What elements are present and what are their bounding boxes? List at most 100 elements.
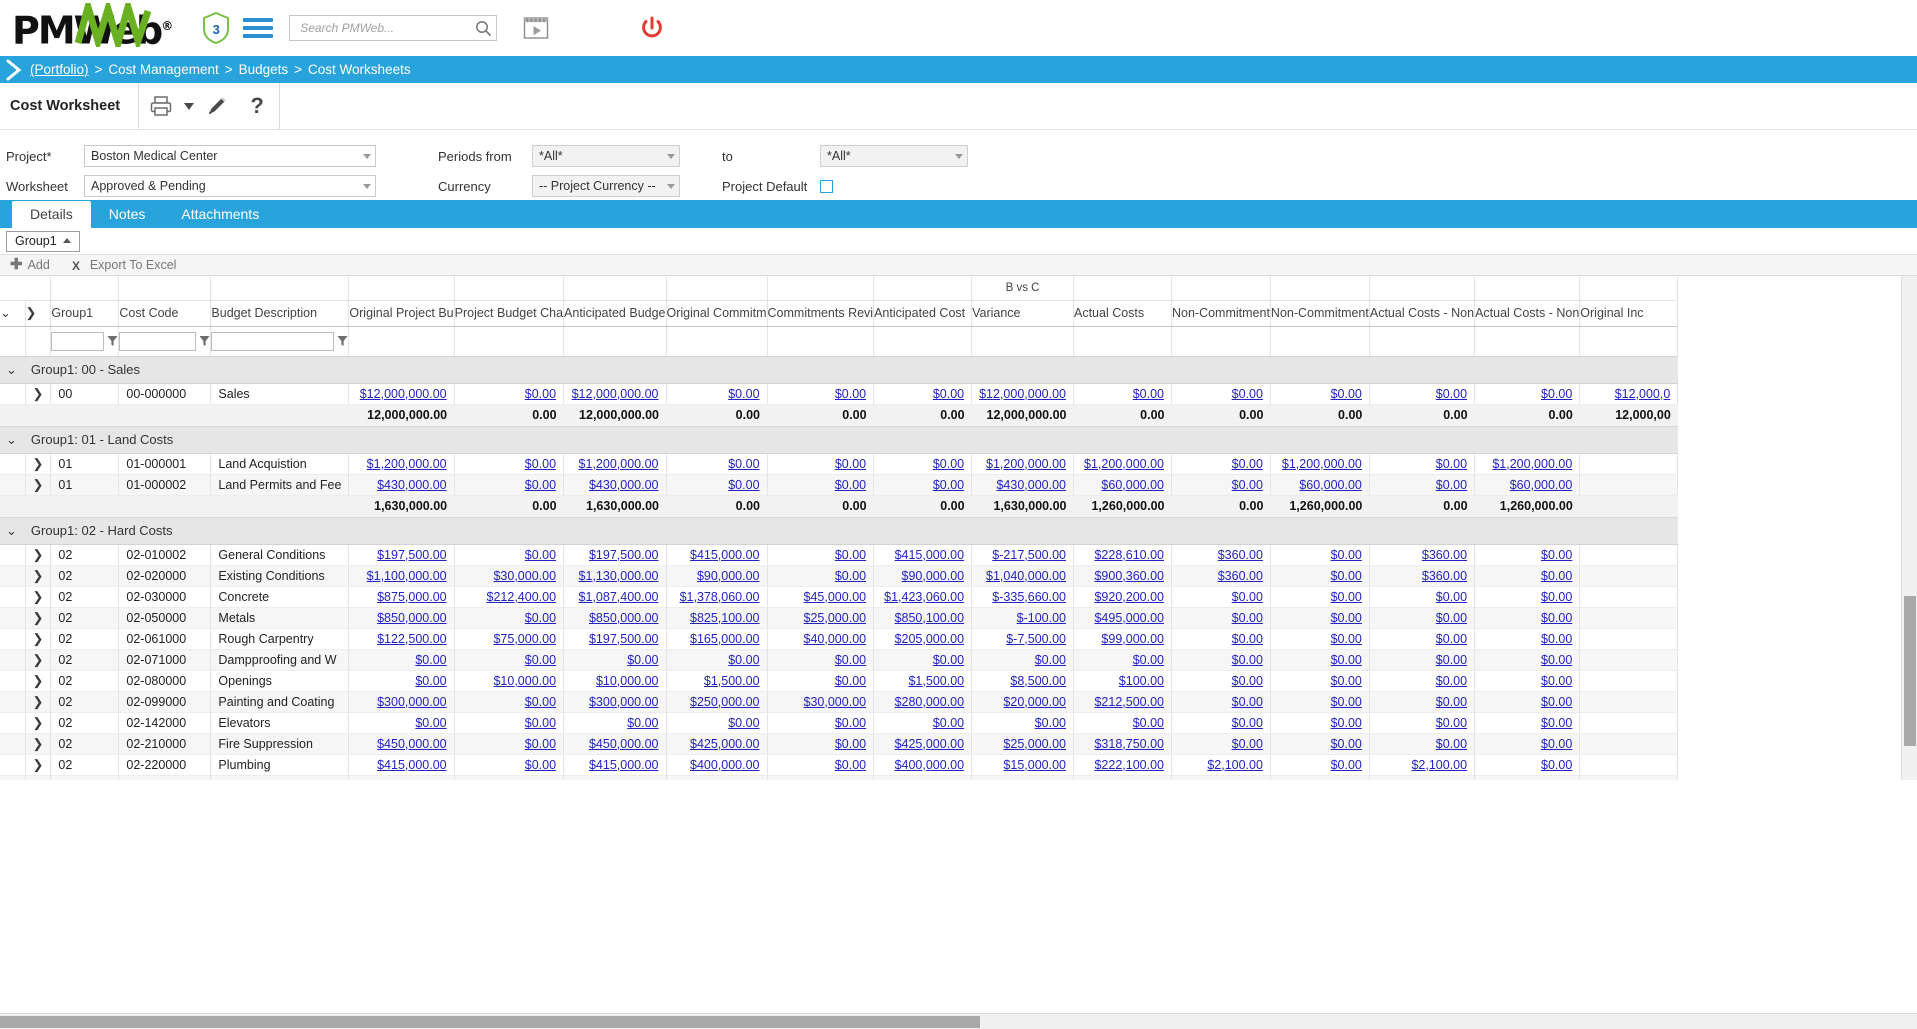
amount-link[interactable]: $-215,000.00	[992, 779, 1066, 781]
table-row[interactable]: ❯ 01 01-000002 Land Permits and Fee $430,000…	[0, 474, 1748, 496]
cell-amount-7[interactable]: $99,000.00	[1073, 628, 1172, 650]
amount-link[interactable]: $0.00	[835, 737, 866, 751]
amount-link[interactable]: $1,087,400.00	[579, 590, 659, 604]
tab-notes[interactable]: Notes	[91, 201, 164, 228]
cell-amount-10[interactable]: $600.00	[1369, 775, 1476, 780]
row-expand-icon[interactable]: ❯	[33, 694, 44, 709]
cell-amount-12[interactable]	[1579, 691, 1679, 713]
cell-amount-6[interactable]: $12,000,000.00	[971, 383, 1074, 405]
cell-amount-10[interactable]: $360.00	[1369, 544, 1476, 566]
table-row[interactable]: ❯ 02 02-071000 Dampproofing and W $0.00 $0.00…	[0, 649, 1748, 671]
amount-link[interactable]: $1,100,000.00	[367, 569, 447, 583]
cell-amount-1[interactable]: $0.00	[454, 649, 565, 671]
amount-link[interactable]: $12,000,000.00	[979, 387, 1066, 401]
cell-amount-7[interactable]: $1,200,000.00	[1073, 453, 1172, 475]
amount-link[interactable]: $415,000.00	[895, 548, 965, 562]
amount-link[interactable]: $280,000.00	[895, 695, 965, 709]
row-expand-icon[interactable]: ❯	[33, 610, 44, 625]
grid-filter-input-2[interactable]	[211, 331, 335, 351]
periods-to-select[interactable]: *All*	[820, 145, 968, 167]
amount-link[interactable]: $0.00	[1232, 387, 1263, 401]
cell-amount-6[interactable]: $25,000.00	[971, 733, 1074, 755]
cell-amount-3[interactable]: $1,500.00	[666, 670, 768, 692]
cell-amount-5[interactable]: $0.00	[873, 453, 973, 475]
amount-link[interactable]: $0.00	[1436, 737, 1467, 751]
cell-amount-6[interactable]: $0.00	[971, 712, 1074, 734]
table-row[interactable]: ❯ 0202-230000HVAC $410,000.00 $0.00 $410,000…	[0, 775, 1748, 780]
cell-amount-4[interactable]: $0.00	[767, 453, 875, 475]
amount-link[interactable]: $0.00	[1232, 457, 1263, 471]
cell-amount-12[interactable]	[1579, 754, 1679, 776]
cell-amount-2[interactable]: $1,130,000.00	[563, 565, 667, 587]
cell-amount-12[interactable]	[1579, 586, 1679, 608]
amount-link[interactable]: $90,000.00	[902, 569, 965, 583]
grid-filter-cell-1[interactable]	[118, 326, 212, 357]
cell-amount-1[interactable]: $0.00	[454, 383, 565, 405]
amount-link[interactable]: $40,000.00	[804, 632, 867, 646]
amount-link[interactable]: $0.00	[835, 653, 866, 667]
amount-link[interactable]: $10,000.00	[596, 674, 659, 688]
cell-amount-4[interactable]: $0.00	[767, 474, 875, 496]
amount-link[interactable]: $0.00	[1232, 611, 1263, 625]
row-expand-icon[interactable]: ❯	[33, 757, 44, 772]
cell-amount-11[interactable]: $0.00	[1474, 383, 1581, 405]
cell-amount-7[interactable]: $920,200.00	[1073, 586, 1172, 608]
grid-column-header-3[interactable]: Original Project Bu	[348, 300, 455, 327]
cell-amount-11[interactable]: $0.00	[1474, 775, 1581, 780]
amount-link[interactable]: $2,100.00	[1411, 758, 1467, 772]
amount-link[interactable]: $0.00	[415, 716, 446, 730]
table-row[interactable]: ❯ 02 02-030000 Concrete $875,000.00 $212,400.…	[0, 586, 1748, 608]
amount-link[interactable]: $0.00	[1232, 478, 1263, 492]
group-collapse-icon[interactable]: ⌄	[6, 432, 17, 447]
cell-amount-8[interactable]: $0.00	[1171, 383, 1271, 405]
amount-link[interactable]: $360.00	[1422, 548, 1467, 562]
amount-link[interactable]: $430,000.00	[589, 478, 659, 492]
amount-link[interactable]: $415,000.00	[690, 548, 760, 562]
cell-amount-3[interactable]: $400,000.00	[666, 754, 768, 776]
amount-link[interactable]: $0.00	[728, 387, 759, 401]
cell-amount-8[interactable]: $0.00	[1171, 607, 1271, 629]
project-select[interactable]: Boston Medical Center	[84, 145, 376, 167]
amount-link[interactable]: $25,000.00	[1003, 737, 1066, 751]
amount-link[interactable]: $0.00	[1436, 457, 1467, 471]
amount-link[interactable]: $122,500.00	[377, 632, 447, 646]
cell-amount-4[interactable]: $0.00	[767, 775, 875, 780]
cell-amount-0[interactable]: $430,000.00	[348, 474, 455, 496]
amount-link[interactable]: $0.00	[1232, 716, 1263, 730]
row-expand-icon[interactable]: ❯	[33, 568, 44, 583]
amount-link[interactable]: $425,000.00	[895, 737, 965, 751]
amount-link[interactable]: $0.00	[1232, 695, 1263, 709]
amount-link[interactable]: $25,000.00	[804, 611, 867, 625]
cell-amount-11[interactable]: $0.00	[1474, 586, 1581, 608]
cell-amount-8[interactable]: $0.00	[1171, 453, 1271, 475]
table-row[interactable]: ❯ 02 02-210000 Fire Suppression $450,000.00 $…	[0, 733, 1748, 755]
grid-column-header-8[interactable]: Anticipated Cost	[873, 300, 973, 327]
cell-amount-3[interactable]: $0.00	[666, 712, 768, 734]
cell-amount-4[interactable]: $25,000.00	[767, 607, 875, 629]
cell-amount-2[interactable]: $430,000.00	[563, 474, 667, 496]
amount-link[interactable]: $1,200,000.00	[986, 457, 1066, 471]
grid-column-header-15[interactable]: Original Inc	[1579, 300, 1679, 327]
cell-amount-8[interactable]: $0.00	[1171, 733, 1271, 755]
currency-select[interactable]: -- Project Currency --	[532, 175, 680, 197]
cell-amount-12[interactable]	[1579, 474, 1679, 496]
cell-amount-5[interactable]: $625,000.00	[873, 775, 973, 780]
cell-amount-2[interactable]: $197,500.00	[563, 544, 667, 566]
cell-amount-7[interactable]: $318,750.00	[1073, 733, 1172, 755]
cell-amount-11[interactable]: $0.00	[1474, 565, 1581, 587]
cell-amount-1[interactable]: $0.00	[454, 691, 565, 713]
amount-link[interactable]: $222,100.00	[1094, 758, 1164, 772]
table-row[interactable]: ❯ 02 02-220000 Plumbing $415,000.00 $0.00 $415…	[0, 754, 1748, 776]
amount-link[interactable]: $0.00	[1541, 737, 1572, 751]
periods-from-select[interactable]: *All*	[532, 145, 680, 167]
amount-link[interactable]: $410,000.00	[377, 779, 447, 781]
amount-link[interactable]: $0.00	[1541, 716, 1572, 730]
amount-link[interactable]: $0.00	[1331, 387, 1362, 401]
cell-amount-5[interactable]: $0.00	[873, 649, 973, 671]
row-expander-cell[interactable]: ❯	[25, 453, 52, 475]
amount-link[interactable]: $0.00	[835, 387, 866, 401]
cell-amount-3[interactable]: $625,000.00	[666, 775, 768, 780]
cell-amount-1[interactable]: $0.00	[454, 775, 565, 780]
amount-link[interactable]: $600.00	[1218, 779, 1263, 781]
amount-link[interactable]: $197,500.00	[377, 548, 447, 562]
